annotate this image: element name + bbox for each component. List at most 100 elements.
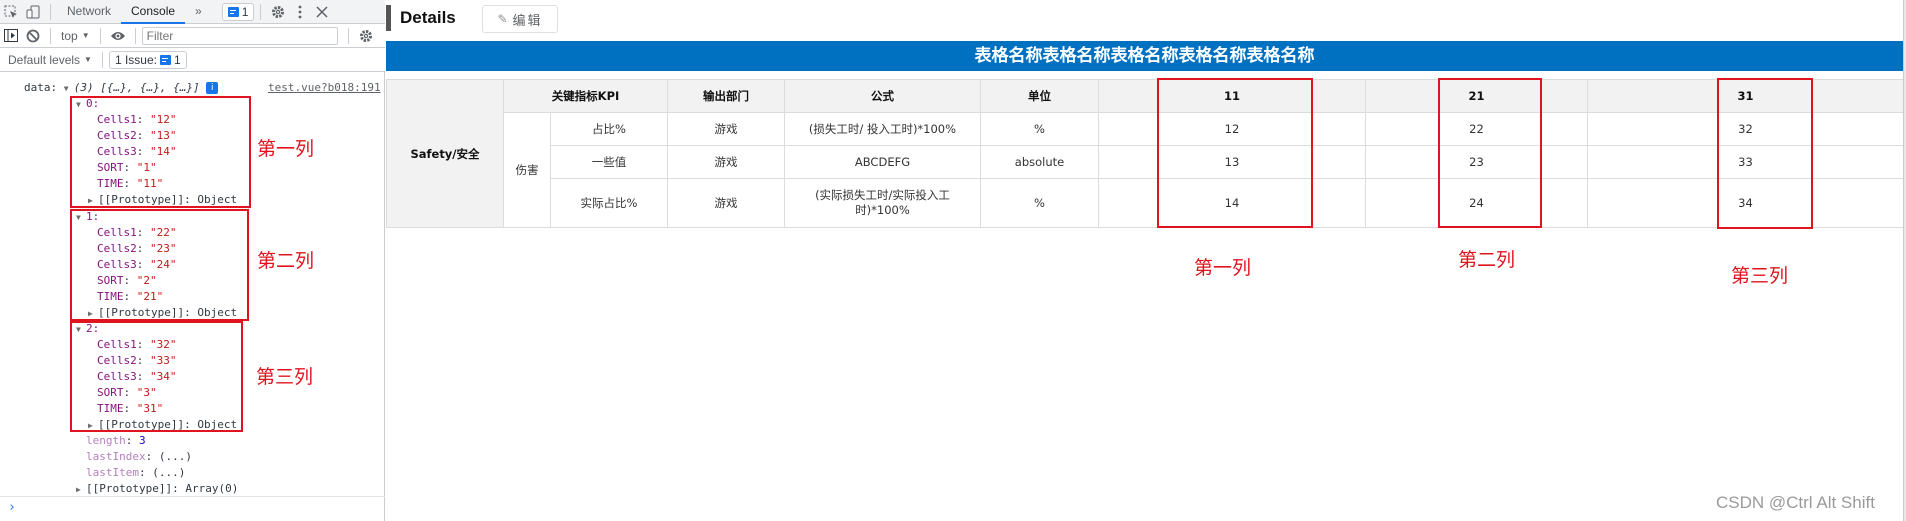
chevron-down-icon: ▼ [84,55,92,64]
property-value: "11" [136,177,164,190]
property-key: SORT [97,161,124,174]
expand-arrow-icon[interactable]: ▼ [64,81,74,97]
expand-arrow-icon[interactable]: ▶ [88,193,98,209]
divider [101,51,103,68]
more-tabs-button[interactable]: » [185,0,212,24]
table-row: 一些值 游戏 ABCDEFG absolute 13 23 33 [387,145,1904,179]
console-settings-gear-icon[interactable] [355,25,377,47]
tab-network[interactable]: Network [57,0,121,24]
dept-cell: 游戏 [667,178,785,228]
info-icon[interactable]: i [206,82,219,94]
source-link[interactable]: test.vue?b018:191 [268,80,381,96]
kpi-cell: 占比% [550,112,668,146]
header-formula: 公式 [784,79,981,113]
details-page: Details ✎ 编辑 表格名称表格名称表格名称表格名称表格名称 Safety… [386,0,1906,521]
expand-arrow-icon[interactable]: ▶ [88,418,98,434]
console-prompt[interactable]: › [8,500,16,515]
dept-cell: 游戏 [667,145,785,179]
object-property: Cells3: "34" [97,370,177,383]
divider [0,496,385,497]
property-value: "12" [150,113,177,126]
device-toolbar-icon[interactable] [22,1,44,23]
issues-button[interactable]: 1 Issue: 1 [108,50,187,69]
divider [50,27,51,44]
property-value: "14" [150,145,177,158]
formula-cell: (损失工时/ 投入工时)*100% [784,112,981,146]
gear-icon[interactable] [267,1,289,23]
messages-badge[interactable]: 1 [221,2,255,21]
divider [347,27,349,44]
table-title-bar: 表格名称表格名称表格名称表格名称表格名称 [386,41,1903,71]
title-accent-bar [386,5,391,31]
array-summary: [{…}, {…}, {…}] [100,81,200,94]
value-cell-col1: 12 [1098,112,1366,146]
array-item-1[interactable]: ▼ 1: [76,209,99,225]
array-index: 1: [86,210,100,223]
property-key: Cells1 [97,113,137,126]
object-property: TIME: "21" [97,290,164,303]
prototype-label: [[Prototype]]: Object [98,418,238,431]
annotation-label-col3: 第三列 [256,366,314,388]
property-key: TIME [97,177,124,190]
tab-console[interactable]: Console [121,0,186,24]
chevron-down-icon: ▼ [81,31,90,40]
subgroup-cell: 伤害 [503,112,551,228]
dept-cell: 游戏 [667,112,785,146]
property-key: Cells3 [97,145,137,158]
property-key: Cells2 [97,354,137,367]
annotation-label-col2: 第二列 [1458,249,1516,271]
object-property: SORT: "1" [97,161,157,174]
context-selector[interactable]: top ▼ [57,29,94,43]
property-value: "3" [136,386,157,399]
object-property: TIME: "11" [97,177,164,190]
property-value: "2" [136,274,157,287]
message-icon [227,6,239,17]
property-value: "23" [150,242,177,255]
group-cell: Safety/安全 [386,79,504,228]
last-item-property[interactable]: lastItem: (...) [86,465,185,481]
edit-button[interactable]: ✎ 编辑 [482,5,558,33]
table-row: 伤害 占比% 游戏 (损失工时/ 投入工时)*100% % 12 22 32 [387,112,1904,228]
array-count: (3) [73,81,94,94]
inspect-element-icon[interactable] [0,1,22,23]
property-value: "34" [150,370,177,383]
property-key: SORT [97,386,124,399]
object-property: TIME: "31" [97,402,164,415]
expand-arrow-icon[interactable]: ▼ [76,322,86,338]
expand-arrow-icon[interactable]: ▶ [88,306,98,322]
close-icon[interactable] [311,1,333,23]
annotation-label-col1: 第一列 [1194,257,1252,279]
annotation-label-col2: 第二列 [257,250,315,272]
expand-arrow-icon[interactable]: ▼ [76,210,86,226]
kebab-menu-icon[interactable] [289,1,311,23]
value-cell-col3: 34 [1587,178,1904,228]
table-row: 实际占比% 游戏 (实际损失工时/实际投入工时)*100% % 14 24 34 [387,178,1904,228]
object-prototype[interactable]: ▶ [[Prototype]]: Object [88,192,237,208]
clear-console-icon[interactable] [22,25,44,47]
eye-icon[interactable] [107,25,129,47]
array-item-2[interactable]: ▼ 2: [76,321,99,337]
value-cell-col2: 23 [1365,145,1588,179]
property-key: Cells1 [97,226,137,239]
object-property: SORT: "3" [97,386,157,399]
array-prototype[interactable]: ▶ [[Prototype]]: Array(0) [76,481,238,497]
property-key: Cells3 [97,258,137,271]
expand-arrow-icon[interactable]: ▼ [76,97,86,113]
header-dept: 输出部门 [667,79,785,113]
object-property: SORT: "2" [97,274,157,287]
value-cell-col2: 24 [1365,178,1588,228]
console-log-line[interactable]: data: ▼ (3) [{…}, {…}, {…}] i test.vue?b0… [24,80,384,96]
property-key: Cells3 [97,370,137,383]
table-header-row: Safety/安全 关键指标KPI 输出部门 公式 单位 11 21 31 [386,79,1904,228]
array-index: 0: [86,97,100,110]
log-levels-dropdown[interactable]: Default levels ▼ [4,53,96,67]
console-toolbar: top ▼ [0,24,385,48]
console-filter-input[interactable] [141,26,338,45]
object-prototype[interactable]: ▶ [[Prototype]]: Object [88,305,237,321]
object-prototype[interactable]: ▶ [[Prototype]]: Object [88,417,237,433]
sidebar-toggle-icon[interactable] [0,25,22,47]
divider [134,27,136,44]
array-item-0[interactable]: ▼ 0: [76,96,99,112]
last-index-property[interactable]: lastIndex: (...) [86,449,192,465]
property-value: "13" [150,129,177,142]
